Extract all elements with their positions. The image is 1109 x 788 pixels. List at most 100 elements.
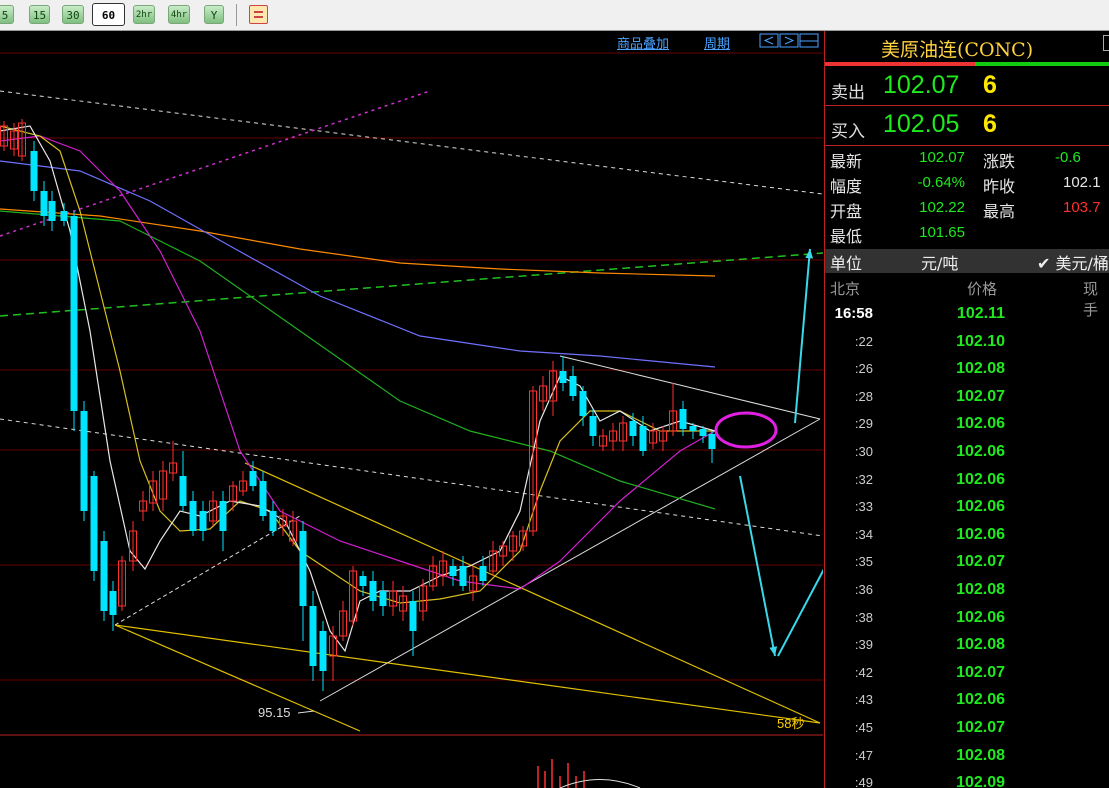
panel-menu-icon[interactable] <box>1103 35 1109 51</box>
stat-change: -0.6 <box>1055 149 1081 166</box>
triangle-lower <box>319 418 821 702</box>
quote-panel: 美原油连(CONC) 卖出 102.07 6 买入 102.05 6 最新 10… <box>824 31 1109 788</box>
ma-green-line <box>0 210 716 510</box>
buy-price: 102.05 <box>883 110 960 138</box>
candle-body <box>48 201 56 221</box>
period-30-button[interactable]: 30 <box>62 5 84 24</box>
scroll-left-icon[interactable] <box>759 33 779 48</box>
stat-label-pct: 幅度 <box>830 177 863 196</box>
unit-label: 单位 <box>830 254 863 273</box>
candle-body <box>80 411 88 511</box>
scroll-right-icon[interactable] <box>779 33 799 48</box>
candle-body <box>259 481 267 516</box>
tick-time: :30 <box>854 444 873 459</box>
ma-yellow-line <box>0 125 715 604</box>
scenario-up-arrow <box>794 248 811 424</box>
candle-body <box>679 409 687 429</box>
unit-row: 单位 元/吨 ✔ 美元/桶 <box>825 249 1109 273</box>
tick-time: :28 <box>854 388 873 404</box>
candle-body <box>479 566 487 581</box>
buy-volume: 6 <box>983 110 997 138</box>
stat-label-latest: 最新 <box>830 152 863 171</box>
annotations <box>714 248 823 657</box>
tick-price: 102.07 <box>956 663 1005 681</box>
candle-body <box>319 631 327 671</box>
candle-body <box>100 541 108 611</box>
period-5-button[interactable]: 5 <box>0 5 14 24</box>
candle-body <box>30 151 38 191</box>
tick-time: :33 <box>854 499 873 515</box>
candle-body <box>629 421 637 436</box>
tick-time: :43 <box>854 692 873 708</box>
channel-line-lower <box>114 624 821 724</box>
tick-time: :49 <box>854 775 873 788</box>
candle-body <box>589 416 597 436</box>
tick-time: :39 <box>854 637 873 653</box>
stat-open: 102.22 <box>919 199 965 216</box>
stat-latest: 102.07 <box>919 149 965 166</box>
tick-time: :34 <box>854 526 873 542</box>
candle-body <box>359 576 367 586</box>
unit-option-usd[interactable]: ✔ 美元/桶 <box>1037 250 1109 274</box>
candle-body <box>559 371 567 383</box>
layout-icon[interactable] <box>799 33 819 48</box>
stat-label-low: 最低 <box>830 227 863 246</box>
candle-body <box>219 501 227 531</box>
candle-body <box>639 426 647 451</box>
tick-price: 102.07 <box>956 719 1005 736</box>
tick-price: 102.08 <box>956 746 1005 764</box>
stat-label-prevclose: 昨收 <box>983 177 1016 196</box>
candles <box>0 119 716 788</box>
candle-body <box>459 566 467 586</box>
candle-body <box>369 581 377 601</box>
ticks-header-price: 价格 <box>967 280 998 298</box>
candle-body <box>409 601 417 631</box>
tick-price: 102.06 <box>956 498 1005 516</box>
scenario-down-arrow <box>739 475 776 657</box>
buy-label: 买入 <box>831 122 865 142</box>
sell-price: 102.07 <box>883 71 960 99</box>
candle-body <box>249 471 257 486</box>
stat-prevclose: 102.1 <box>1063 174 1101 191</box>
tick-time: :35 <box>854 554 873 570</box>
tick-time: :42 <box>854 664 873 680</box>
candle-body <box>269 511 277 531</box>
period-4hr-button[interactable]: 4hr <box>168 5 190 24</box>
tick-price: 102.10 <box>956 332 1005 350</box>
ma-orange-line <box>0 208 716 277</box>
period-2hr-button[interactable]: 2hr <box>133 5 155 24</box>
candle-body <box>689 426 697 431</box>
scenario-down-arrow-head <box>769 646 778 656</box>
overlay-link[interactable]: 商品叠加 <box>617 33 669 52</box>
tick-time: :29 <box>854 416 873 432</box>
tick-price: 102.07 <box>956 553 1005 571</box>
tick-time: :38 <box>854 609 873 625</box>
candlestick-chart[interactable]: 95.15 58秒 商品叠加 周期 <box>0 31 823 788</box>
sell-volume: 6 <box>983 71 997 99</box>
stat-high: 103.7 <box>1063 199 1101 216</box>
ticks-header-time: 北京 <box>830 280 861 298</box>
tick-price: 102.09 <box>956 774 1005 788</box>
subchart-line <box>559 779 641 788</box>
list-icon[interactable] <box>249 5 268 24</box>
tick-time: :36 <box>854 582 873 597</box>
trendlines <box>0 90 823 732</box>
unit-option-yuan[interactable]: 元/吨 <box>921 250 958 274</box>
tick-time: 16:58 <box>834 305 873 322</box>
candle-body <box>189 501 197 531</box>
toolbar-divider <box>236 4 237 26</box>
period-15-button[interactable]: 15 <box>29 5 50 24</box>
tick-price: 102.08 <box>956 581 1005 598</box>
stat-label-open: 开盘 <box>830 202 863 221</box>
period-60-button[interactable]: 60 <box>92 3 125 26</box>
period-year-button[interactable]: Y <box>204 5 224 24</box>
candle-body <box>708 434 716 449</box>
trendline-green <box>0 252 823 317</box>
period-link[interactable]: 周期 <box>704 33 730 52</box>
instrument-title: 美原油连(CONC) <box>881 39 1034 61</box>
divider <box>825 145 1109 146</box>
period-toolbar: 5 15 30 60 2hr 4hr Y <box>0 0 1109 31</box>
divider <box>825 105 1109 106</box>
candle-body <box>379 591 387 606</box>
tick-time: :47 <box>854 747 873 763</box>
